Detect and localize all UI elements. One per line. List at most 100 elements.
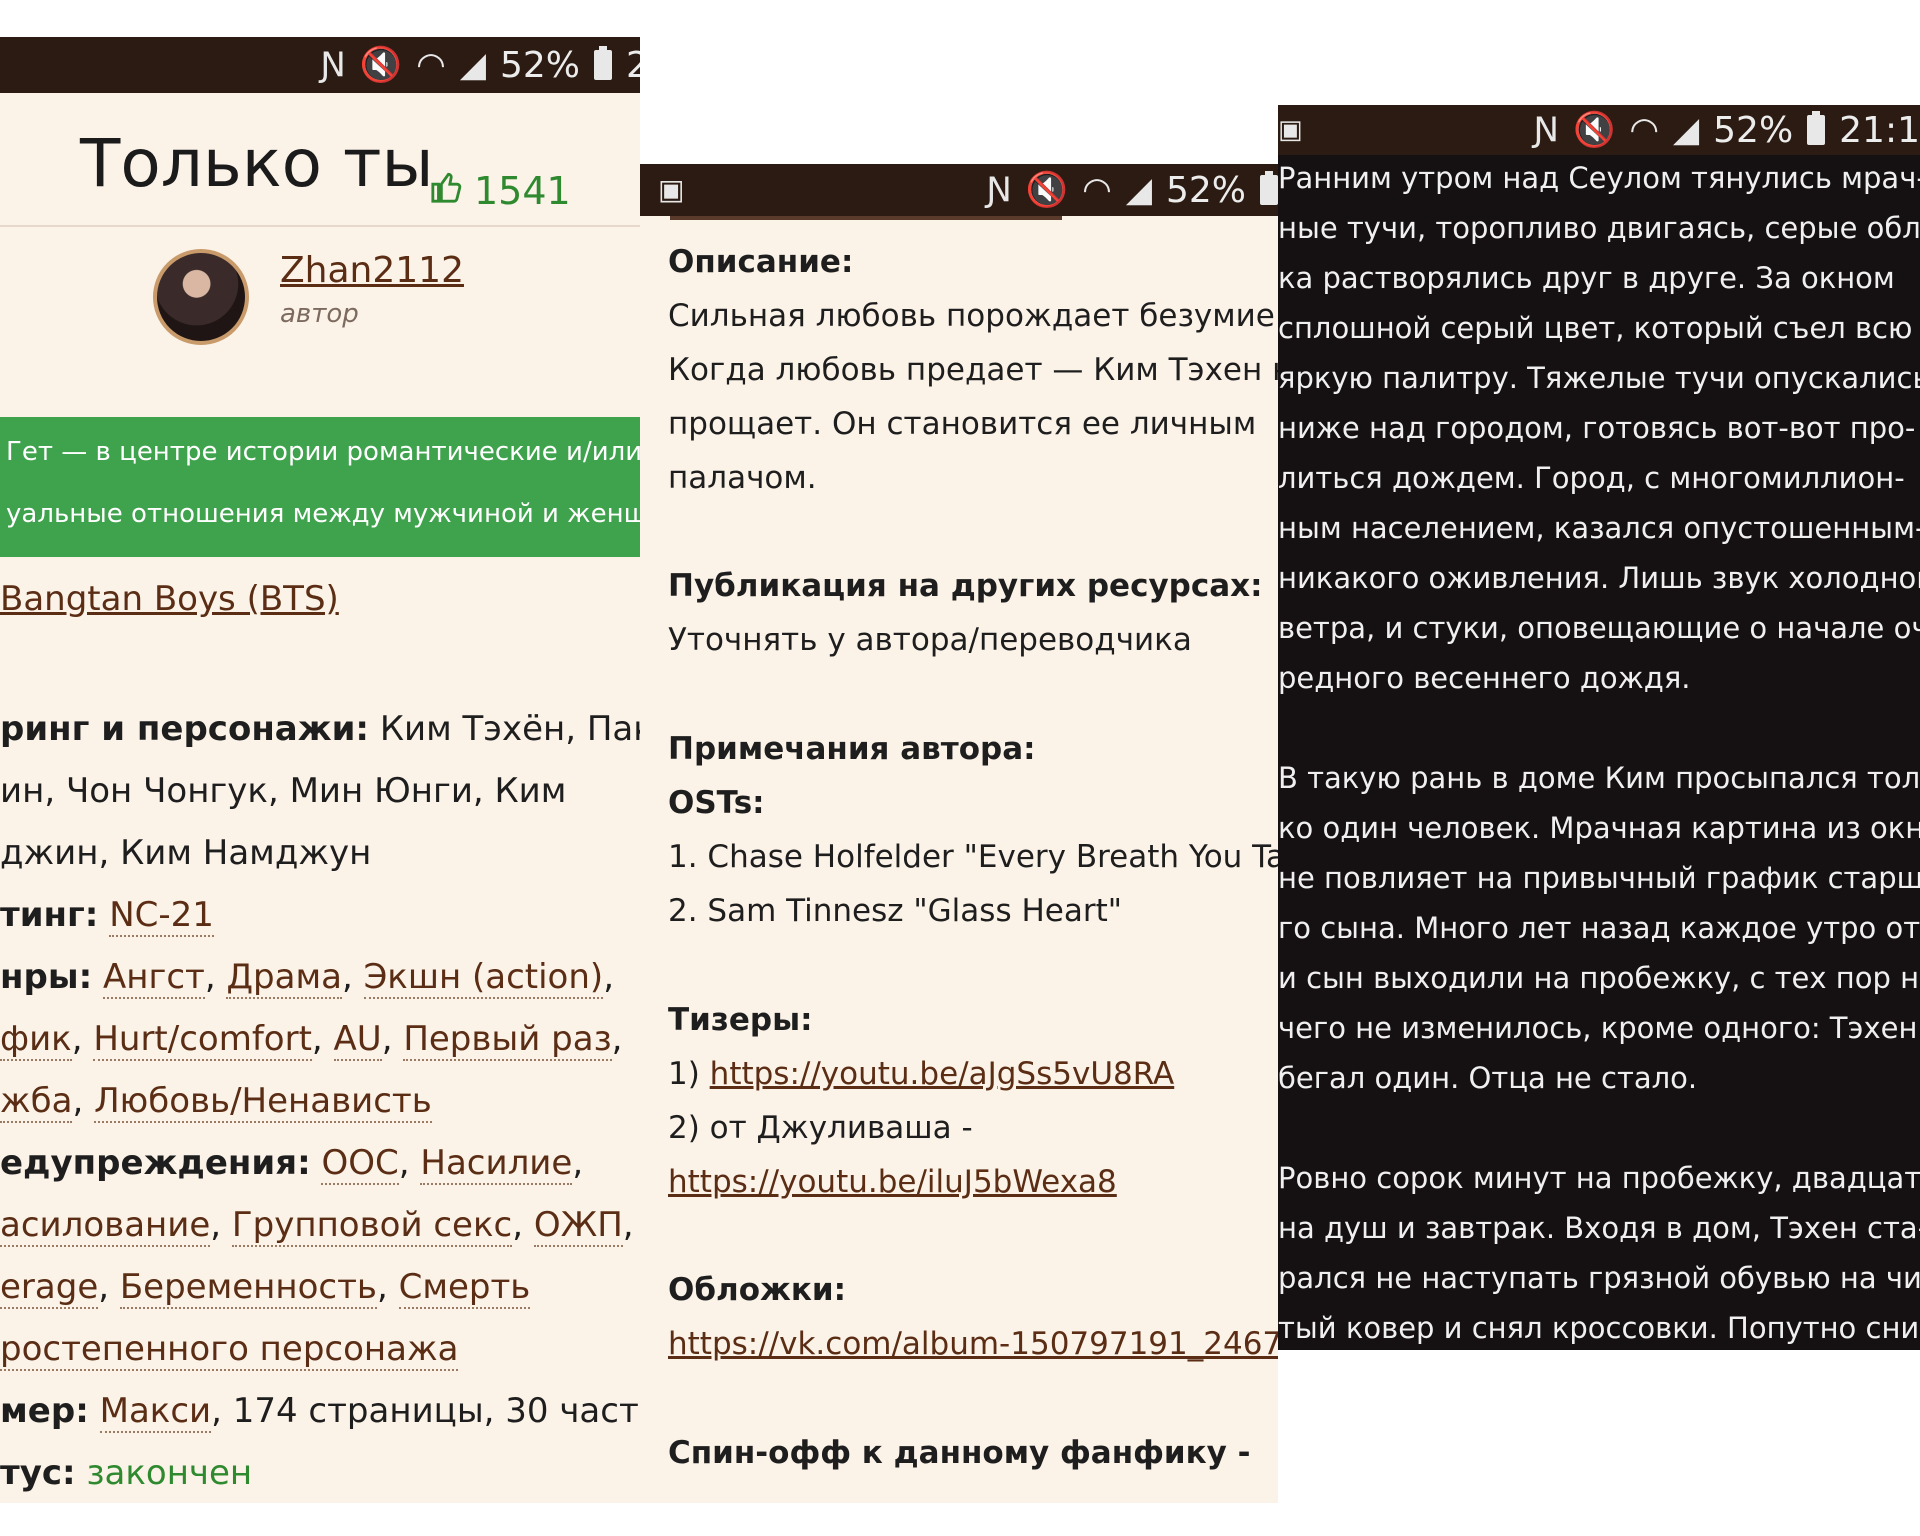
author-notes-label: Примечания автора: bbox=[668, 731, 1036, 767]
teasers-label: Тизеры: bbox=[668, 1002, 813, 1038]
story-text-line: тый ковер и снял кроссовки. Попутно сни- bbox=[1278, 1311, 1920, 1345]
battery-icon bbox=[594, 46, 612, 80]
size-label: мер: bbox=[0, 1391, 89, 1431]
completion-row: тус: закончен bbox=[0, 1453, 252, 1493]
genre-link[interactable]: Любовь/Ненависть bbox=[94, 1081, 432, 1123]
clock-fragment: 2 bbox=[626, 44, 640, 86]
story-text-line: ка растворялись друг в друге. За окном bbox=[1278, 261, 1895, 295]
warnings-row-1: едупреждения: ООС, Насилие, bbox=[0, 1143, 584, 1185]
fandom-row: Bangtan Boys (BTS) bbox=[0, 579, 339, 619]
story-text-line: ные тучи, торопливо двигаясь, серые обла… bbox=[1278, 211, 1920, 245]
teaser-link[interactable]: https://youtu.be/iluJ5bWexa8 bbox=[668, 1164, 1117, 1200]
warning-link[interactable]: ООС bbox=[321, 1143, 399, 1185]
scroll-indicator bbox=[670, 216, 1062, 220]
story-text-line: ко один человек. Мрачная картина из окна bbox=[1278, 811, 1920, 845]
warnings-row-3: erage, Беременность, Смерть bbox=[0, 1267, 531, 1309]
size-row: мер: Макси, 174 страницы, 30 частей bbox=[0, 1391, 640, 1433]
teaser-row-1: 1) https://youtu.be/aJgSs5vU8RA bbox=[668, 1056, 1174, 1092]
nfc-icon: Ɲ bbox=[320, 45, 346, 85]
nfc-icon: Ɲ bbox=[1533, 110, 1559, 150]
fanfic-info-screen: Ɲ 🔇 ◠ ◢ 52% 2 Только ты 1541 Zhan2112 ав… bbox=[0, 37, 640, 1503]
pairing-text-3: джин, Ким Намджун bbox=[0, 833, 372, 873]
osts-label: OSTs: bbox=[668, 785, 765, 821]
orientation-line-1: Гет — в центре истории романтические и/и… bbox=[6, 437, 640, 467]
wifi-icon: ◠ bbox=[416, 45, 446, 85]
story-text-line: Ровно сорок минут на пробежку, двадцать bbox=[1278, 1161, 1920, 1195]
genre-link[interactable]: Драма bbox=[226, 957, 342, 999]
covers-link[interactable]: https://vk.com/album-150797191_24678 bbox=[668, 1326, 1278, 1362]
reader-screen: ▣ Ɲ 🔇 ◠ ◢ 52% 21:1 Ранним утром над Сеул… bbox=[1278, 105, 1920, 1350]
publication-label: Публикация на других ресурсах: bbox=[668, 568, 1263, 604]
gallery-icon: ▣ bbox=[1278, 115, 1303, 145]
completion-label: тус: bbox=[0, 1453, 76, 1493]
story-text-line: и сын выходили на пробежку, с тех пор ни… bbox=[1278, 961, 1920, 995]
fandom-link[interactable]: Bangtan Boys (BTS) bbox=[0, 579, 339, 619]
description-line: Сильная любовь порождает безумие. bbox=[668, 298, 1278, 334]
genre-link[interactable]: Ангст bbox=[102, 957, 205, 999]
signal-icon: ◢ bbox=[1125, 170, 1152, 210]
battery-percent: 52% bbox=[499, 44, 580, 86]
gallery-icon: ▣ bbox=[658, 173, 685, 206]
genre-link[interactable]: фик bbox=[0, 1019, 72, 1061]
genre-link[interactable]: жба bbox=[0, 1081, 73, 1123]
story-text-line: яркую палитру. Тяжелые тучи опускались bbox=[1278, 361, 1920, 395]
status-bar: ▣ Ɲ 🔇 ◠ ◢ 52% bbox=[640, 164, 1278, 216]
teaser-row-2-link: https://youtu.be/iluJ5bWexa8 bbox=[668, 1164, 1117, 1200]
story-text-line: ветра, и стуки, оповещающие о начале оче… bbox=[1278, 611, 1920, 645]
likes-counter[interactable]: 1541 bbox=[430, 169, 571, 213]
covers-label: Обложки: bbox=[668, 1272, 847, 1308]
genre-link[interactable]: Первый раз bbox=[403, 1019, 612, 1061]
mute-icon: 🔇 bbox=[1025, 170, 1069, 210]
genre-link[interactable]: Hurt/comfort bbox=[93, 1019, 312, 1061]
mute-icon: 🔇 bbox=[1572, 110, 1616, 150]
story-text-line: никакого оживления. Лишь звук холодного bbox=[1278, 561, 1920, 595]
completion-value: закончен bbox=[86, 1453, 253, 1493]
wifi-icon: ◠ bbox=[1082, 170, 1112, 210]
battery-icon bbox=[1260, 171, 1278, 205]
warning-link[interactable]: Групповой секс bbox=[231, 1205, 513, 1247]
story-text-line: бегал один. Отца не стало. bbox=[1278, 1061, 1698, 1095]
genre-link[interactable]: AU bbox=[333, 1019, 382, 1061]
warning-link[interactable]: Насилие bbox=[420, 1143, 573, 1185]
warnings-label: едупреждения: bbox=[0, 1143, 311, 1183]
orientation-line-2: уальные отношения между мужчиной и женщи… bbox=[6, 499, 640, 529]
warning-link[interactable]: Смерть bbox=[398, 1267, 531, 1309]
genres-row-3: жба, Любовь/Ненависть bbox=[0, 1081, 432, 1123]
genres-label: нры: bbox=[0, 957, 93, 997]
author-role: автор bbox=[280, 299, 359, 329]
warning-link[interactable]: Беременность bbox=[119, 1267, 377, 1309]
story-text-line: ниже над городом, готовясь вот-вот про- bbox=[1278, 411, 1916, 445]
publication-text: Уточнять у автора/переводчика bbox=[668, 622, 1192, 658]
divider bbox=[0, 225, 640, 227]
description-label: Описание: bbox=[668, 244, 854, 280]
author-link[interactable]: Zhan2112 bbox=[280, 250, 464, 291]
description-line: палачом. bbox=[668, 460, 817, 496]
warning-link[interactable]: ОЖП bbox=[533, 1205, 623, 1247]
fanfic-description-screen: ▣ Ɲ 🔇 ◠ ◢ 52% Описание: Сильная любовь п… bbox=[640, 164, 1278, 1503]
warning-link[interactable]: erage bbox=[0, 1267, 99, 1309]
story-text-line: го сына. Много лет назад каждое утро оте… bbox=[1278, 911, 1920, 945]
signal-icon: ◢ bbox=[1672, 110, 1700, 150]
story-text-line: В такую рань в доме Ким просыпался толь- bbox=[1278, 761, 1920, 795]
warning-link[interactable]: ростепенного персонажа bbox=[0, 1329, 459, 1371]
battery-percent: 52% bbox=[1713, 109, 1794, 151]
status-bar: ▣ Ɲ 🔇 ◠ ◢ 52% 21:1 bbox=[1278, 105, 1920, 155]
nfc-icon: Ɲ bbox=[986, 170, 1012, 210]
rating-row: тинг: NC-21 bbox=[0, 895, 214, 937]
orientation-badge: Гет — в центре истории романтические и/и… bbox=[0, 417, 640, 557]
rating-link[interactable]: NC-21 bbox=[109, 895, 214, 937]
warning-link[interactable]: асилование bbox=[0, 1205, 211, 1247]
story-text-line: не повлияет на привычный график старше- bbox=[1278, 861, 1920, 895]
mute-icon: 🔇 bbox=[359, 45, 403, 85]
story-text-line: на душ и завтрак. Входя в дом, Тэхен ста… bbox=[1278, 1211, 1920, 1245]
author-avatar[interactable] bbox=[153, 249, 249, 345]
ost-item: 1. Chase Holfelder "Every Breath You Tak… bbox=[668, 839, 1278, 875]
teaser-row-2: 2) от Джуливаша - bbox=[668, 1110, 973, 1146]
warnings-row-2: асилование, Групповой секс, ОЖП, bbox=[0, 1205, 634, 1247]
size-link[interactable]: Макси bbox=[99, 1391, 212, 1433]
genre-link[interactable]: Экшн (action) bbox=[363, 957, 604, 999]
rating-label: тинг: bbox=[0, 895, 99, 935]
status-bar: Ɲ 🔇 ◠ ◢ 52% 2 bbox=[0, 37, 640, 93]
thumbs-up-icon bbox=[430, 169, 464, 213]
teaser-link[interactable]: https://youtu.be/aJgSs5vU8RA bbox=[710, 1056, 1175, 1092]
